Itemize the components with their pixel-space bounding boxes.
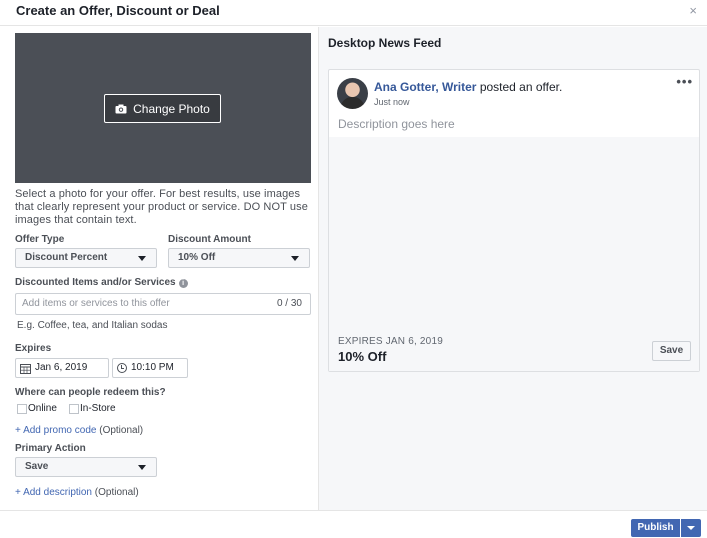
posted-text: posted an offer. — [479, 80, 563, 94]
add-description-link[interactable]: + Add description — [15, 487, 92, 498]
author-name-link[interactable]: Ana Gotter — [374, 80, 435, 94]
publish-options-dropdown[interactable] — [681, 519, 701, 537]
dialog-header: Create an Offer, Discount or Deal × — [0, 0, 707, 26]
offer-photo-area: Change Photo — [15, 33, 311, 183]
description-row: + Add description (Optional) — [15, 487, 139, 498]
discount-amount-select[interactable]: 10% Off — [168, 248, 310, 268]
preview-panel: Desktop News Feed Ana Gotter, Writer pos… — [318, 27, 707, 510]
publish-button[interactable]: Publish — [631, 519, 680, 537]
character-counter: 0 / 30 — [276, 298, 302, 309]
expires-label: Expires — [15, 343, 52, 354]
redeem-label: Where can people redeem this? — [15, 387, 166, 398]
discount-amount-value: 10% Off — [178, 252, 216, 263]
description-placeholder: Description goes here — [338, 117, 455, 131]
discounted-items-input[interactable]: Add items or services to this offer 0 / … — [15, 293, 311, 315]
change-photo-button[interactable]: Change Photo — [104, 94, 221, 123]
offer-preview-card: Ana Gotter, Writer posted an offer. Just… — [328, 69, 700, 372]
discounted-items-placeholder: Add items or services to this offer — [22, 298, 170, 309]
save-offer-button[interactable]: Save — [652, 341, 691, 361]
chevron-down-icon — [291, 256, 299, 261]
online-label: Online — [28, 403, 57, 414]
example-hint: E.g. Coffee, tea, and Italian sodas — [17, 320, 168, 331]
offer-type-value: Discount Percent — [25, 252, 108, 263]
preview-title: Desktop News Feed — [328, 36, 442, 50]
primary-action-select[interactable]: Save — [15, 457, 157, 477]
chevron-down-icon — [138, 256, 146, 261]
offer-form-panel: Change Photo Select a photo for your off… — [0, 27, 318, 510]
close-icon[interactable]: × — [689, 3, 697, 18]
change-photo-label: Change Photo — [133, 101, 210, 116]
offer-expires-text: EXPIRES JAN 6, 2019 — [338, 336, 443, 347]
camera-icon — [115, 104, 127, 113]
online-checkbox[interactable] — [17, 404, 27, 414]
chevron-down-icon — [138, 465, 146, 470]
expires-date-value: Jan 6, 2019 — [35, 362, 88, 373]
discount-amount-label: Discount Amount — [168, 234, 251, 245]
promo-code-row: + Add promo code (Optional) — [15, 425, 143, 436]
expires-time-input[interactable]: 10:10 PM — [112, 358, 188, 378]
post-time: Just now — [374, 97, 410, 107]
description-optional-text: (Optional) — [94, 487, 139, 498]
more-options-icon[interactable]: ••• — [676, 74, 693, 89]
discounted-items-label-text: Discounted Items and/or Services — [15, 277, 176, 288]
post-author-line: Ana Gotter, Writer posted an offer. — [374, 80, 563, 94]
offer-image-preview — [329, 137, 699, 331]
instore-checkbox[interactable] — [69, 404, 79, 414]
offer-type-label: Offer Type — [15, 234, 65, 245]
offer-card-footer: EXPIRES JAN 6, 2019 10% Off Save — [329, 331, 699, 371]
dialog-title: Create an Offer, Discount or Deal — [16, 3, 220, 18]
add-promo-code-link[interactable]: + Add promo code — [15, 425, 96, 436]
expires-date-input[interactable]: Jan 6, 2019 — [15, 358, 109, 378]
avatar — [337, 78, 368, 109]
dialog-footer: Publish — [0, 510, 707, 538]
discounted-items-label: Discounted Items and/or Services i — [15, 277, 188, 288]
clock-icon — [117, 363, 127, 373]
primary-action-label: Primary Action — [15, 443, 86, 454]
offer-headline: 10% Off — [338, 349, 387, 364]
primary-action-value: Save — [25, 461, 49, 472]
offer-type-select[interactable]: Discount Percent — [15, 248, 157, 268]
instore-label: In-Store — [80, 403, 116, 414]
promo-optional-text: (Optional) — [99, 425, 144, 436]
calendar-icon — [20, 363, 31, 374]
info-icon[interactable]: i — [178, 279, 188, 288]
photo-help-text: Select a photo for your offer. For best … — [15, 188, 308, 226]
author-role-link[interactable]: Writer — [442, 80, 476, 94]
expires-time-value: 10:10 PM — [131, 362, 174, 373]
